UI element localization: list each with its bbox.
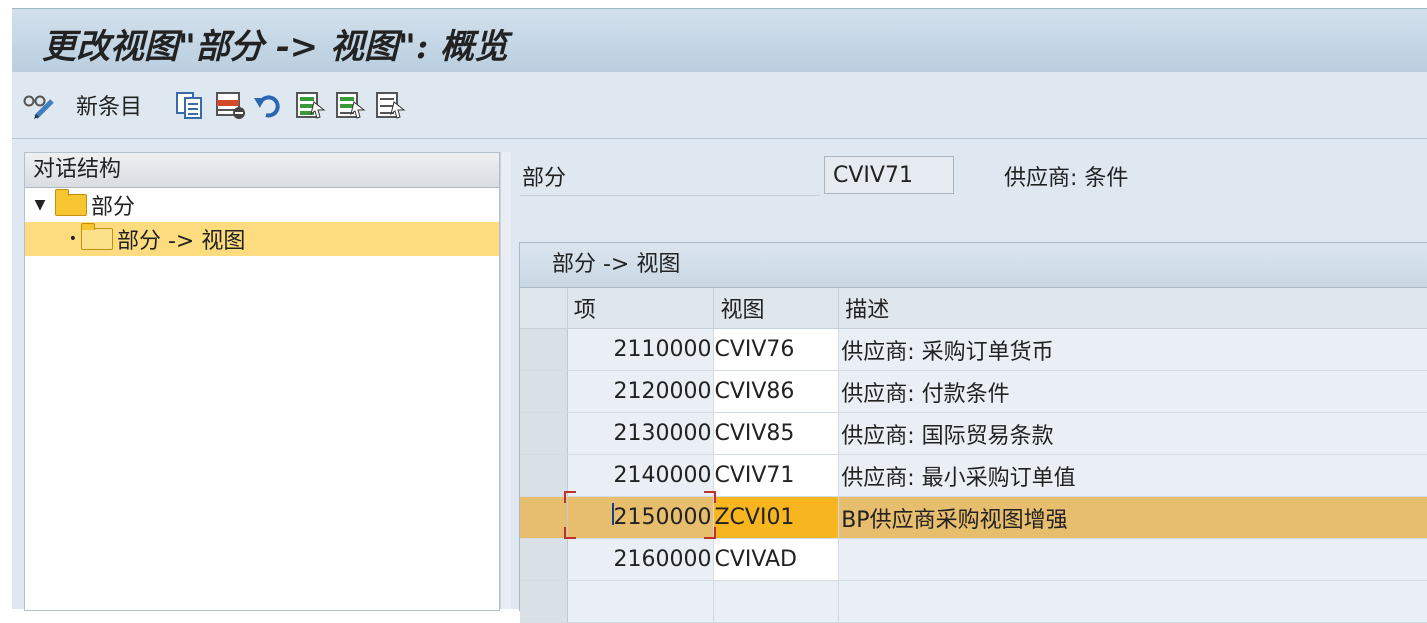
view-input[interactable]: CVIV76 bbox=[713, 328, 840, 371]
item-cell: 2160000 bbox=[567, 538, 715, 581]
select-all-button[interactable] bbox=[294, 90, 326, 120]
tree-node-part-view[interactable]: • 部分 -> 视图 bbox=[25, 222, 499, 256]
select-block-button[interactable] bbox=[334, 90, 366, 120]
field-underline bbox=[520, 195, 820, 196]
table-row: 2130000 CVIV85 供应商: 国际贸易条款 bbox=[520, 412, 1427, 455]
row-selector[interactable] bbox=[520, 454, 568, 497]
new-entries-button[interactable]: 新条目 bbox=[76, 90, 142, 120]
tree-node-label: 部分 bbox=[91, 195, 136, 220]
view-input[interactable]: CVIVAD bbox=[713, 538, 840, 581]
copy-button[interactable] bbox=[174, 90, 206, 120]
view-input[interactable]: CVIV71 bbox=[713, 454, 840, 497]
row-selector[interactable] bbox=[520, 496, 568, 539]
tree-node-label: 部分 -> 视图 bbox=[117, 229, 246, 254]
page-title: 更改视图"部分 -> 视图": 概览 bbox=[42, 27, 509, 67]
folder-icon bbox=[55, 189, 87, 216]
view-input[interactable]: CVIV86 bbox=[713, 370, 840, 413]
row-selector[interactable] bbox=[520, 412, 568, 455]
select-all-column-header[interactable] bbox=[520, 288, 568, 329]
column-header-item[interactable]: 项 bbox=[567, 288, 715, 329]
tree-node-part[interactable]: ▼ 部分 bbox=[25, 188, 499, 222]
table-row: 2160000 CVIVAD bbox=[520, 538, 1427, 581]
deselect-all-button[interactable] bbox=[374, 90, 406, 120]
deselect-all-icon bbox=[376, 92, 406, 119]
select-block-icon bbox=[336, 92, 366, 119]
part-field-label: 部分 bbox=[522, 166, 567, 191]
table-row: 2110000 CVIV76 供应商: 采购订单货币 bbox=[520, 328, 1427, 371]
description-cell: 供应商: 国际贸易条款 bbox=[838, 412, 1427, 455]
new-entries-label: 新条目 bbox=[76, 95, 143, 120]
item-cell: 2140000 bbox=[567, 454, 715, 497]
description-cell: BP供应商采购视图增强 bbox=[838, 496, 1427, 539]
application-toolbar: 新条目 bbox=[12, 72, 1427, 139]
row-selector[interactable] bbox=[520, 328, 568, 371]
description-cell: 供应商: 最小采购订单值 bbox=[838, 454, 1427, 497]
dialog-structure-header: 对话结构 bbox=[25, 153, 499, 188]
view-input[interactable]: CVIV85 bbox=[713, 412, 840, 455]
table-row: 2140000 CVIV71 供应商: 最小采购订单值 bbox=[520, 454, 1427, 497]
description-cell: 供应商: 采购订单货币 bbox=[838, 328, 1427, 371]
splitter[interactable] bbox=[500, 152, 511, 609]
undo-button[interactable] bbox=[252, 90, 286, 120]
item-cell: 2130000 bbox=[567, 412, 715, 455]
description-cell: 供应商: 付款条件 bbox=[838, 370, 1427, 413]
title-bar: 更改视图"部分 -> 视图": 概览 bbox=[12, 8, 1427, 73]
item-cell: 2120000 bbox=[567, 370, 715, 413]
table-row-empty bbox=[520, 580, 1427, 623]
table-header-row: 项 视图 描述 bbox=[520, 288, 1427, 329]
expand-triangle-icon[interactable]: ▼ bbox=[25, 197, 55, 213]
table: 项 视图 描述 2110000 CVIV76 供应商: 采购订单货币 21200… bbox=[520, 288, 1427, 623]
item-cell: 2110000 bbox=[567, 328, 715, 371]
undo-icon bbox=[254, 95, 280, 118]
display-change-button[interactable] bbox=[22, 90, 56, 120]
view-input[interactable] bbox=[713, 580, 840, 623]
item-cell: 2150000 bbox=[567, 496, 715, 539]
delete-button[interactable] bbox=[214, 90, 248, 120]
table-row-selected: 2150000 ZCVI01 BP供应商采购视图增强 bbox=[520, 496, 1427, 539]
table-title: 部分 -> 视图 bbox=[520, 243, 1427, 288]
item-cell bbox=[567, 580, 715, 623]
table-row: 2120000 CVIV86 供应商: 付款条件 bbox=[520, 370, 1427, 413]
column-header-description[interactable]: 描述 bbox=[838, 288, 1427, 329]
view-table: 部分 -> 视图 项 视图 描述 2110000 CVIV76 供应商: 采购订… bbox=[519, 242, 1427, 623]
glasses-pencil-icon bbox=[23, 95, 54, 119]
leaf-bullet-icon: • bbox=[68, 231, 77, 247]
folder-open-icon bbox=[81, 223, 113, 250]
view-input[interactable]: ZCVI01 bbox=[713, 496, 840, 539]
copy-icon bbox=[176, 92, 202, 119]
delete-icon bbox=[216, 92, 245, 119]
description-cell bbox=[838, 538, 1427, 581]
select-all-icon bbox=[296, 92, 326, 119]
dialog-structure-panel: 对话结构 ▼ 部分 • 部分 -> 视图 bbox=[24, 152, 500, 611]
part-field-description: 供应商: 条件 bbox=[1004, 166, 1129, 191]
row-selector[interactable] bbox=[520, 538, 568, 581]
row-selector[interactable] bbox=[520, 580, 568, 623]
description-cell bbox=[838, 580, 1427, 623]
part-field-value: CVIV71 bbox=[824, 156, 954, 194]
row-selector[interactable] bbox=[520, 370, 568, 413]
column-header-view[interactable]: 视图 bbox=[713, 288, 840, 329]
